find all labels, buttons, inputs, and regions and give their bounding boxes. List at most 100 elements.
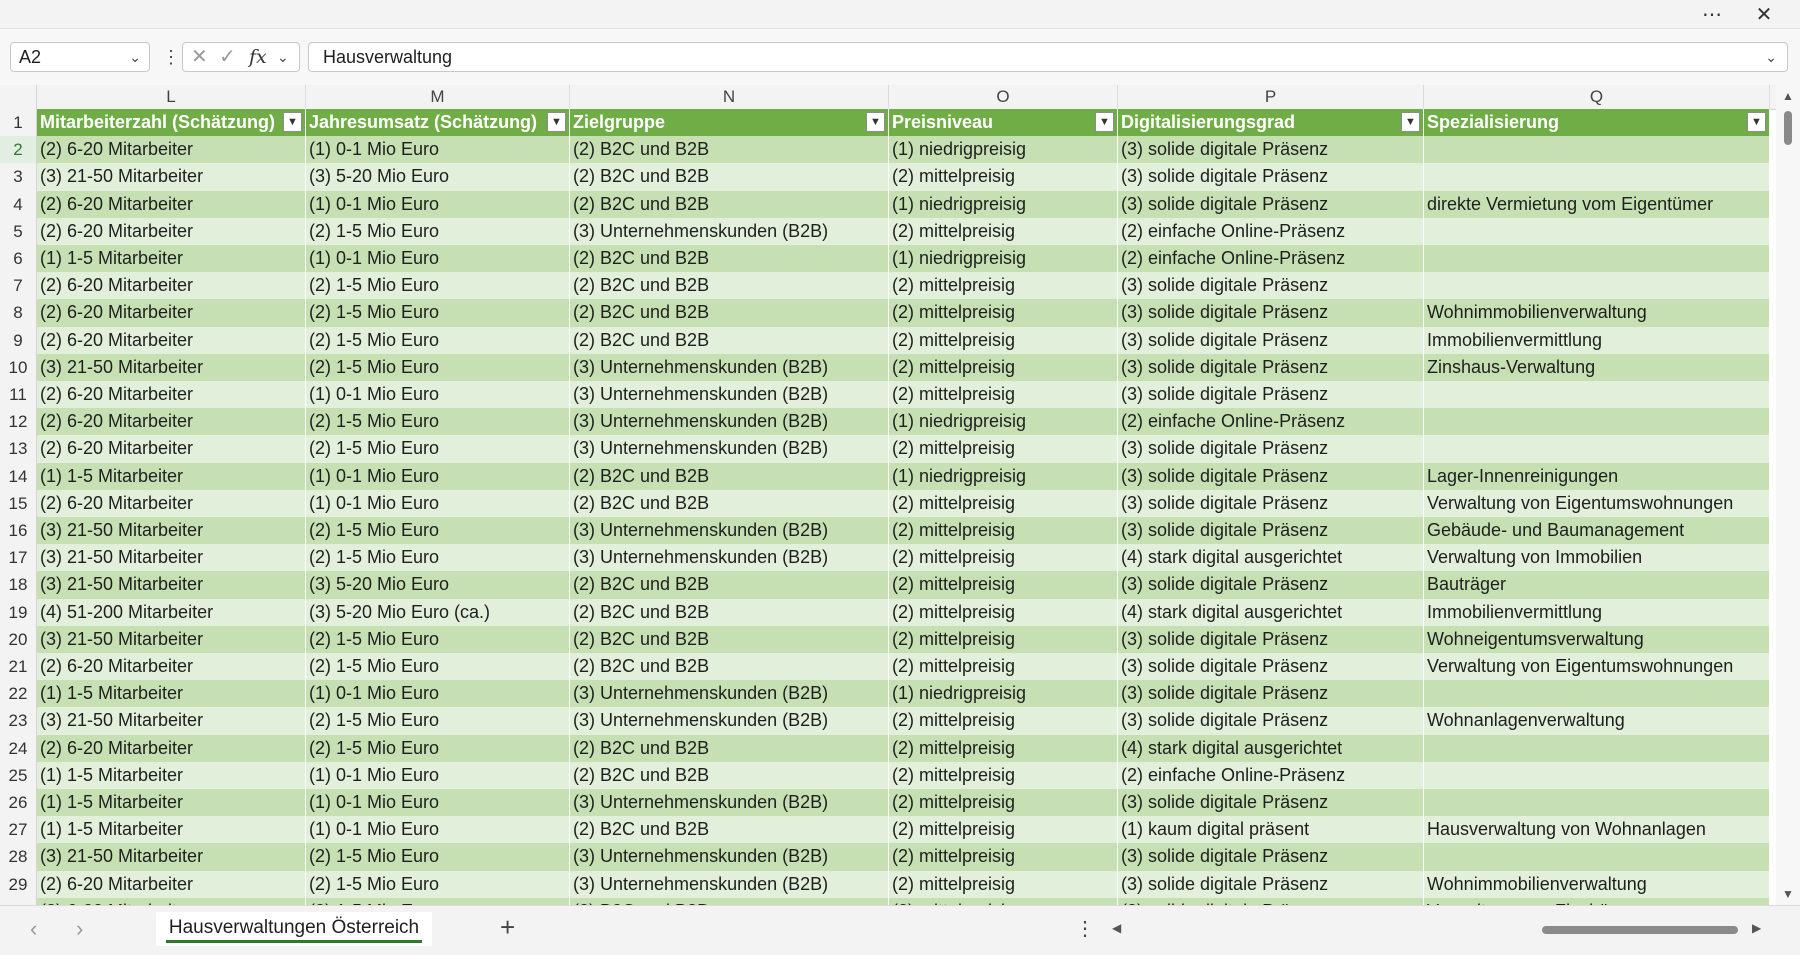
- table-cell[interactable]: (3) solide digitale Präsenz: [1118, 789, 1424, 817]
- filter-dropdown-icon[interactable]: ▼: [547, 112, 566, 132]
- table-cell[interactable]: (2) einfache Online-Präsenz: [1118, 245, 1424, 273]
- table-cell[interactable]: [1424, 136, 1770, 164]
- row-number[interactable]: 20: [0, 625, 37, 653]
- table-cell[interactable]: (3) 5-20 Mio Euro: [306, 163, 570, 191]
- table-cell[interactable]: [1424, 789, 1770, 817]
- table-cell[interactable]: (1) 0-1 Mio Euro: [306, 462, 570, 490]
- scroll-right-icon[interactable]: ▶: [1752, 921, 1761, 935]
- table-cell[interactable]: (1) niedrigpreisig: [889, 136, 1118, 164]
- row-number[interactable]: 29: [0, 870, 37, 898]
- row-number[interactable]: 28: [0, 843, 37, 871]
- table-cell[interactable]: (3) Unternehmenskunden (B2B): [570, 408, 889, 436]
- table-cell[interactable]: (2) 1-5 Mio Euro: [306, 517, 570, 545]
- table-cell[interactable]: (3) solide digitale Präsenz: [1118, 435, 1424, 463]
- scroll-up-icon[interactable]: ▲: [1776, 89, 1800, 103]
- table-cell[interactable]: (2) B2C und B2B: [570, 272, 889, 300]
- row-number[interactable]: 30: [0, 897, 37, 905]
- table-cell[interactable]: (2) B2C und B2B: [570, 190, 889, 218]
- table-cell[interactable]: (2) mittelpreisig: [889, 272, 1118, 300]
- table-cell[interactable]: (1) 0-1 Mio Euro: [306, 816, 570, 844]
- table-cell[interactable]: (1) 0-1 Mio Euro: [306, 190, 570, 218]
- table-cell[interactable]: (2) mittelpreisig: [889, 353, 1118, 381]
- horizontal-scroll-thumb[interactable]: [1542, 926, 1738, 934]
- table-cell[interactable]: [1424, 381, 1770, 409]
- row-number[interactable]: 19: [0, 598, 37, 626]
- table-cell[interactable]: (2) B2C und B2B: [570, 816, 889, 844]
- table-cell[interactable]: (3) solide digitale Präsenz: [1118, 136, 1424, 164]
- table-cell[interactable]: Immobilienvermittlung: [1424, 326, 1770, 354]
- table-cell[interactable]: (1) 0-1 Mio Euro: [306, 136, 570, 164]
- table-cell[interactable]: [1424, 843, 1770, 871]
- table-cell[interactable]: (3) solide digitale Präsenz: [1118, 272, 1424, 300]
- table-cell[interactable]: (2) mittelpreisig: [889, 598, 1118, 626]
- table-cell[interactable]: (2) B2C und B2B: [570, 761, 889, 789]
- row-number[interactable]: 3: [0, 163, 37, 191]
- table-cell[interactable]: Wohnimmobilienverwaltung: [1424, 299, 1770, 327]
- table-cell[interactable]: Verwaltung von Eigentumswohnungen: [1424, 653, 1770, 681]
- table-cell[interactable]: (3) Unternehmenskunden (B2B): [570, 843, 889, 871]
- spreadsheet-grid[interactable]: LMNOPQ 1 Mitarbeiterzahl (Schätzung) ▼ Jahr…: [0, 85, 1776, 905]
- table-cell[interactable]: (2) mittelpreisig: [889, 299, 1118, 327]
- table-cell[interactable]: (3) 5-20 Mio Euro (ca.): [306, 598, 570, 626]
- table-cell[interactable]: (2) 1-5 Mio Euro: [306, 353, 570, 381]
- column-header[interactable]: P: [1118, 85, 1424, 109]
- table-cell[interactable]: (2) 1-5 Mio Euro: [306, 653, 570, 681]
- table-cell[interactable]: Verwaltung von Immobilien: [1424, 544, 1770, 572]
- table-cell[interactable]: (2) mittelpreisig: [889, 326, 1118, 354]
- expand-formula-chevron-icon[interactable]: ⌄: [1765, 43, 1777, 71]
- row-number[interactable]: 26: [0, 789, 37, 817]
- table-cell[interactable]: (2) mittelpreisig: [889, 734, 1118, 762]
- row-number[interactable]: 22: [0, 680, 37, 708]
- table-cell[interactable]: (2) B2C und B2B: [570, 489, 889, 517]
- table-cell[interactable]: (2) mittelpreisig: [889, 517, 1118, 545]
- row-number[interactable]: 14: [0, 462, 37, 490]
- table-cell[interactable]: (2) einfache Online-Präsenz: [1118, 217, 1424, 245]
- table-cell[interactable]: (2) 1-5 Mio Euro: [306, 272, 570, 300]
- table-cell[interactable]: (2) mittelpreisig: [889, 761, 1118, 789]
- table-cell[interactable]: (3) 21-50 Mitarbeiter: [37, 353, 306, 381]
- table-cell[interactable]: (2) mittelpreisig: [889, 653, 1118, 681]
- table-cell[interactable]: (1) niedrigpreisig: [889, 680, 1118, 708]
- table-cell[interactable]: (2) B2C und B2B: [570, 462, 889, 490]
- table-cell[interactable]: (3) 21-50 Mitarbeiter: [37, 707, 306, 735]
- table-cell[interactable]: (2) 6-20 Mitarbeiter: [37, 381, 306, 409]
- table-cell[interactable]: (2) 1-5 Mio Euro: [306, 544, 570, 572]
- table-cell[interactable]: (2) 6-20 Mitarbeiter: [37, 653, 306, 681]
- table-cell[interactable]: (2) mittelpreisig: [889, 816, 1118, 844]
- table-cell[interactable]: [1424, 163, 1770, 191]
- table-cell[interactable]: (3) solide digitale Präsenz: [1118, 326, 1424, 354]
- table-cell[interactable]: (3) solide digitale Präsenz: [1118, 299, 1424, 327]
- table-cell[interactable]: Immobilienvermittlung: [1424, 598, 1770, 626]
- table-cell[interactable]: (1) niedrigpreisig: [889, 408, 1118, 436]
- table-cell[interactable]: (2) 1-5 Mio Euro: [306, 326, 570, 354]
- row-number[interactable]: 25: [0, 761, 37, 789]
- table-cell[interactable]: (2) B2C und B2B: [570, 653, 889, 681]
- table-cell[interactable]: (3) Unternehmenskunden (B2B): [570, 517, 889, 545]
- filter-dropdown-icon[interactable]: ▼: [283, 112, 302, 132]
- row-number[interactable]: 1: [0, 109, 37, 137]
- table-cell[interactable]: (3) Unternehmenskunden (B2B): [570, 217, 889, 245]
- row-number[interactable]: 12: [0, 408, 37, 436]
- table-cell[interactable]: (2) 1-5 Mio Euro: [306, 408, 570, 436]
- name-box[interactable]: A2 ⌄: [10, 42, 150, 72]
- table-cell[interactable]: (2) einfache Online-Präsenz: [1118, 761, 1424, 789]
- table-cell[interactable]: (2) mittelpreisig: [889, 789, 1118, 817]
- table-cell[interactable]: (2) 6-20 Mitarbeiter: [37, 217, 306, 245]
- table-cell[interactable]: (3) 21-50 Mitarbeiter: [37, 843, 306, 871]
- table-cell[interactable]: (3) Unternehmenskunden (B2B): [570, 353, 889, 381]
- row-number[interactable]: 21: [0, 653, 37, 681]
- vertical-ellipsis-icon[interactable]: ⋮: [1075, 916, 1095, 941]
- table-cell[interactable]: (2) mittelpreisig: [889, 489, 1118, 517]
- table-header-cell[interactable]: Digitalisierungsgrad ▼: [1118, 109, 1424, 136]
- table-cell[interactable]: (2) B2C und B2B: [570, 897, 889, 905]
- table-cell[interactable]: (2) mittelpreisig: [889, 870, 1118, 898]
- plus-icon[interactable]: +: [500, 912, 515, 943]
- table-cell[interactable]: (2) mittelpreisig: [889, 435, 1118, 463]
- table-cell[interactable]: Bauträger: [1424, 571, 1770, 599]
- table-cell[interactable]: (3) solide digitale Präsenz: [1118, 190, 1424, 218]
- table-cell[interactable]: (4) stark digital ausgerichtet: [1118, 598, 1424, 626]
- vertical-ellipsis-icon[interactable]: ⋮: [162, 43, 180, 71]
- row-number[interactable]: 27: [0, 816, 37, 844]
- cancel-x-icon[interactable]: ✕: [191, 43, 208, 71]
- table-cell[interactable]: Zinshaus-Verwaltung: [1424, 353, 1770, 381]
